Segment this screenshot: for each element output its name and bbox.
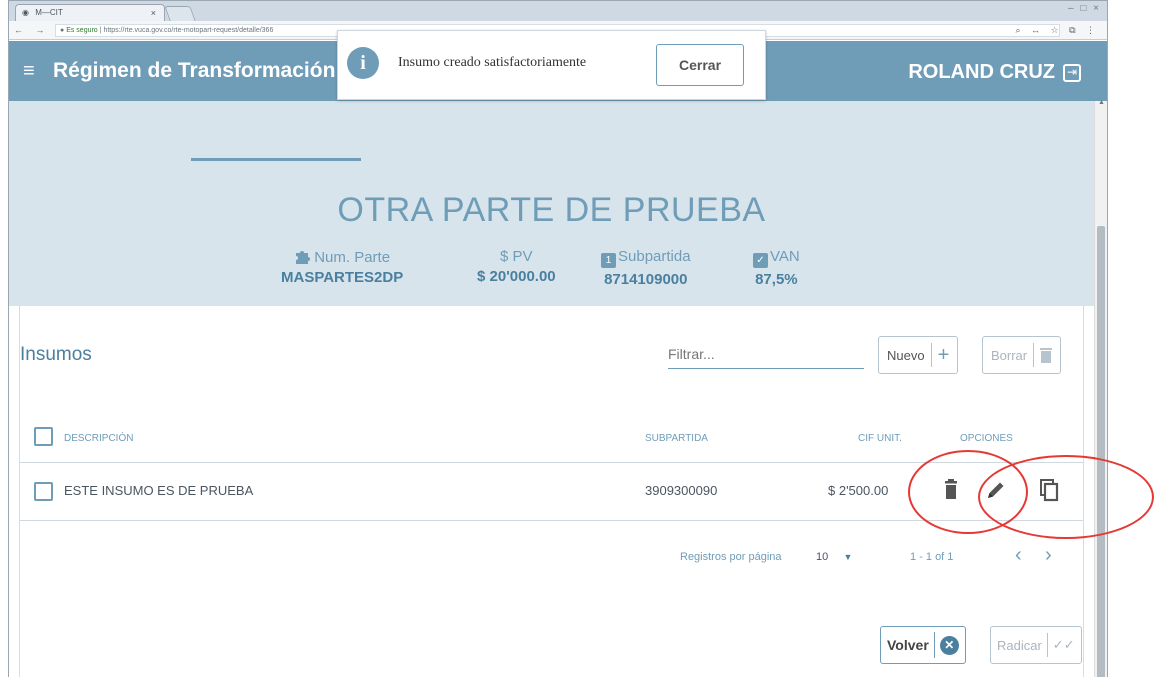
tab-favicon-icon: ◉ <box>22 8 29 17</box>
scroll-thumb[interactable] <box>1097 226 1105 677</box>
metric-value: 8714109000 <box>604 271 688 288</box>
prev-page-icon[interactable]: ‹ <box>1015 544 1022 567</box>
delete-button[interactable]: Borrar <box>982 336 1062 374</box>
new-button[interactable]: Nuevo + <box>878 336 959 374</box>
row-checkbox[interactable] <box>34 482 53 501</box>
col-subpartida: SUBPARTIDA <box>645 433 708 444</box>
metric-label: Num. Parte <box>314 249 391 266</box>
browser-tab[interactable]: ◉ M—CIT × <box>15 4 165 21</box>
url-text: https://rte.vuca.gov.co/rte-motopart-req… <box>103 27 274 34</box>
page-range: 1 - 1 of 1 <box>910 551 954 563</box>
metric-label: Subpartida <box>618 248 691 265</box>
next-page-icon[interactable]: › <box>1045 544 1052 567</box>
submit-button-label: Radicar <box>997 637 1042 653</box>
window-controls[interactable]: – □ × <box>1068 3 1101 14</box>
page-scrollbar[interactable]: ▲ <box>1094 99 1107 677</box>
delete-button-label: Borrar <box>991 347 1028 363</box>
metric-label: $ PV <box>500 248 533 265</box>
chevron-down-icon: ▼ <box>843 552 853 562</box>
metric-value: MASPARTES2DP <box>281 269 404 286</box>
col-description: DESCRIPCIÓN <box>64 433 134 444</box>
back-button-label: Volver <box>887 637 929 653</box>
checkbox-icon: ✓ <box>753 253 768 268</box>
user-name: ROLAND CRUZ <box>908 61 1055 83</box>
metric-pv: $ PV $ 20'000.00 <box>477 248 556 285</box>
metric-value: $ 20'000.00 <box>477 268 556 285</box>
tab-strip: ◉ M—CIT × – □ × <box>9 1 1107 21</box>
col-options: OPCIONES <box>960 433 1013 444</box>
tab-title: M—CIT <box>35 8 63 17</box>
logout-icon[interactable]: ⇥ <box>1063 64 1081 82</box>
cell-subpartida: 3909300090 <box>645 483 718 498</box>
menu-icon[interactable]: ≡ <box>23 61 35 81</box>
plus-icon: + <box>937 343 950 366</box>
back-button[interactable]: Volver ✕ <box>880 626 966 664</box>
metric-label: VAN <box>770 248 800 265</box>
browser-window: ◉ M—CIT × – □ × ← → C ● Es seguro | http… <box>8 0 1108 677</box>
rows-per-page-select[interactable]: 10 ▼ <box>816 551 852 563</box>
new-tab-button[interactable] <box>164 6 196 21</box>
filter-input[interactable] <box>668 339 864 369</box>
toast-message: Insumo creado satisfactoriamente <box>398 55 587 70</box>
double-check-icon: ✓✓ <box>1052 637 1075 652</box>
trash-icon <box>1040 348 1053 363</box>
metric-value: 87,5% <box>755 271 798 288</box>
active-tab-indicator <box>191 158 361 161</box>
success-toast: i Insumo creado satisfactoriamente Cerra… <box>337 30 766 100</box>
part-title: OTRA PARTE DE PRUEBA <box>337 191 766 229</box>
app-title: Régimen de Transformación <box>53 59 336 82</box>
puzzle-icon <box>296 251 311 264</box>
close-circle-icon: ✕ <box>939 635 959 655</box>
cell-cif: $ 2'500.00 <box>828 483 889 498</box>
address-bar-icons[interactable]: ⌕ ↔ ☆ ⧉ ⋮ <box>1015 21 1099 40</box>
col-cif: CIF UNIT. <box>858 433 902 444</box>
tab-close-icon[interactable]: × <box>151 5 156 21</box>
metric-van: ✓ VAN 87,5% <box>753 248 800 288</box>
secure-label: Es seguro <box>66 27 98 34</box>
part-summary: OTRA PARTE DE PRUEBA Num. Parte MASPARTE… <box>9 101 1094 306</box>
cell-description: ESTE INSUMO ES DE PRUEBA <box>64 483 254 498</box>
rows-per-page-label: Registros por página <box>680 551 782 563</box>
info-icon: i <box>347 47 379 79</box>
scroll-up-icon[interactable]: ▲ <box>1098 99 1105 106</box>
table-header: DESCRIPCIÓN SUBPARTIDA CIF UNIT. OPCIONE… <box>20 411 1083 463</box>
section-title: Insumos <box>20 344 92 365</box>
new-button-label: Nuevo <box>887 347 925 363</box>
metric-num-parte: Num. Parte MASPARTES2DP <box>281 248 403 286</box>
close-toast-button[interactable]: Cerrar <box>656 44 744 86</box>
subpartida-icon: 1 <box>601 253 616 268</box>
annotation-circle-edit-copy <box>978 455 1154 539</box>
rows-per-page-value: 10 <box>816 551 829 563</box>
submit-button[interactable]: Radicar ✓✓ <box>990 626 1082 664</box>
metric-subpartida: 1 Subpartida 8714109000 <box>601 248 691 288</box>
select-all-checkbox[interactable] <box>34 427 53 446</box>
